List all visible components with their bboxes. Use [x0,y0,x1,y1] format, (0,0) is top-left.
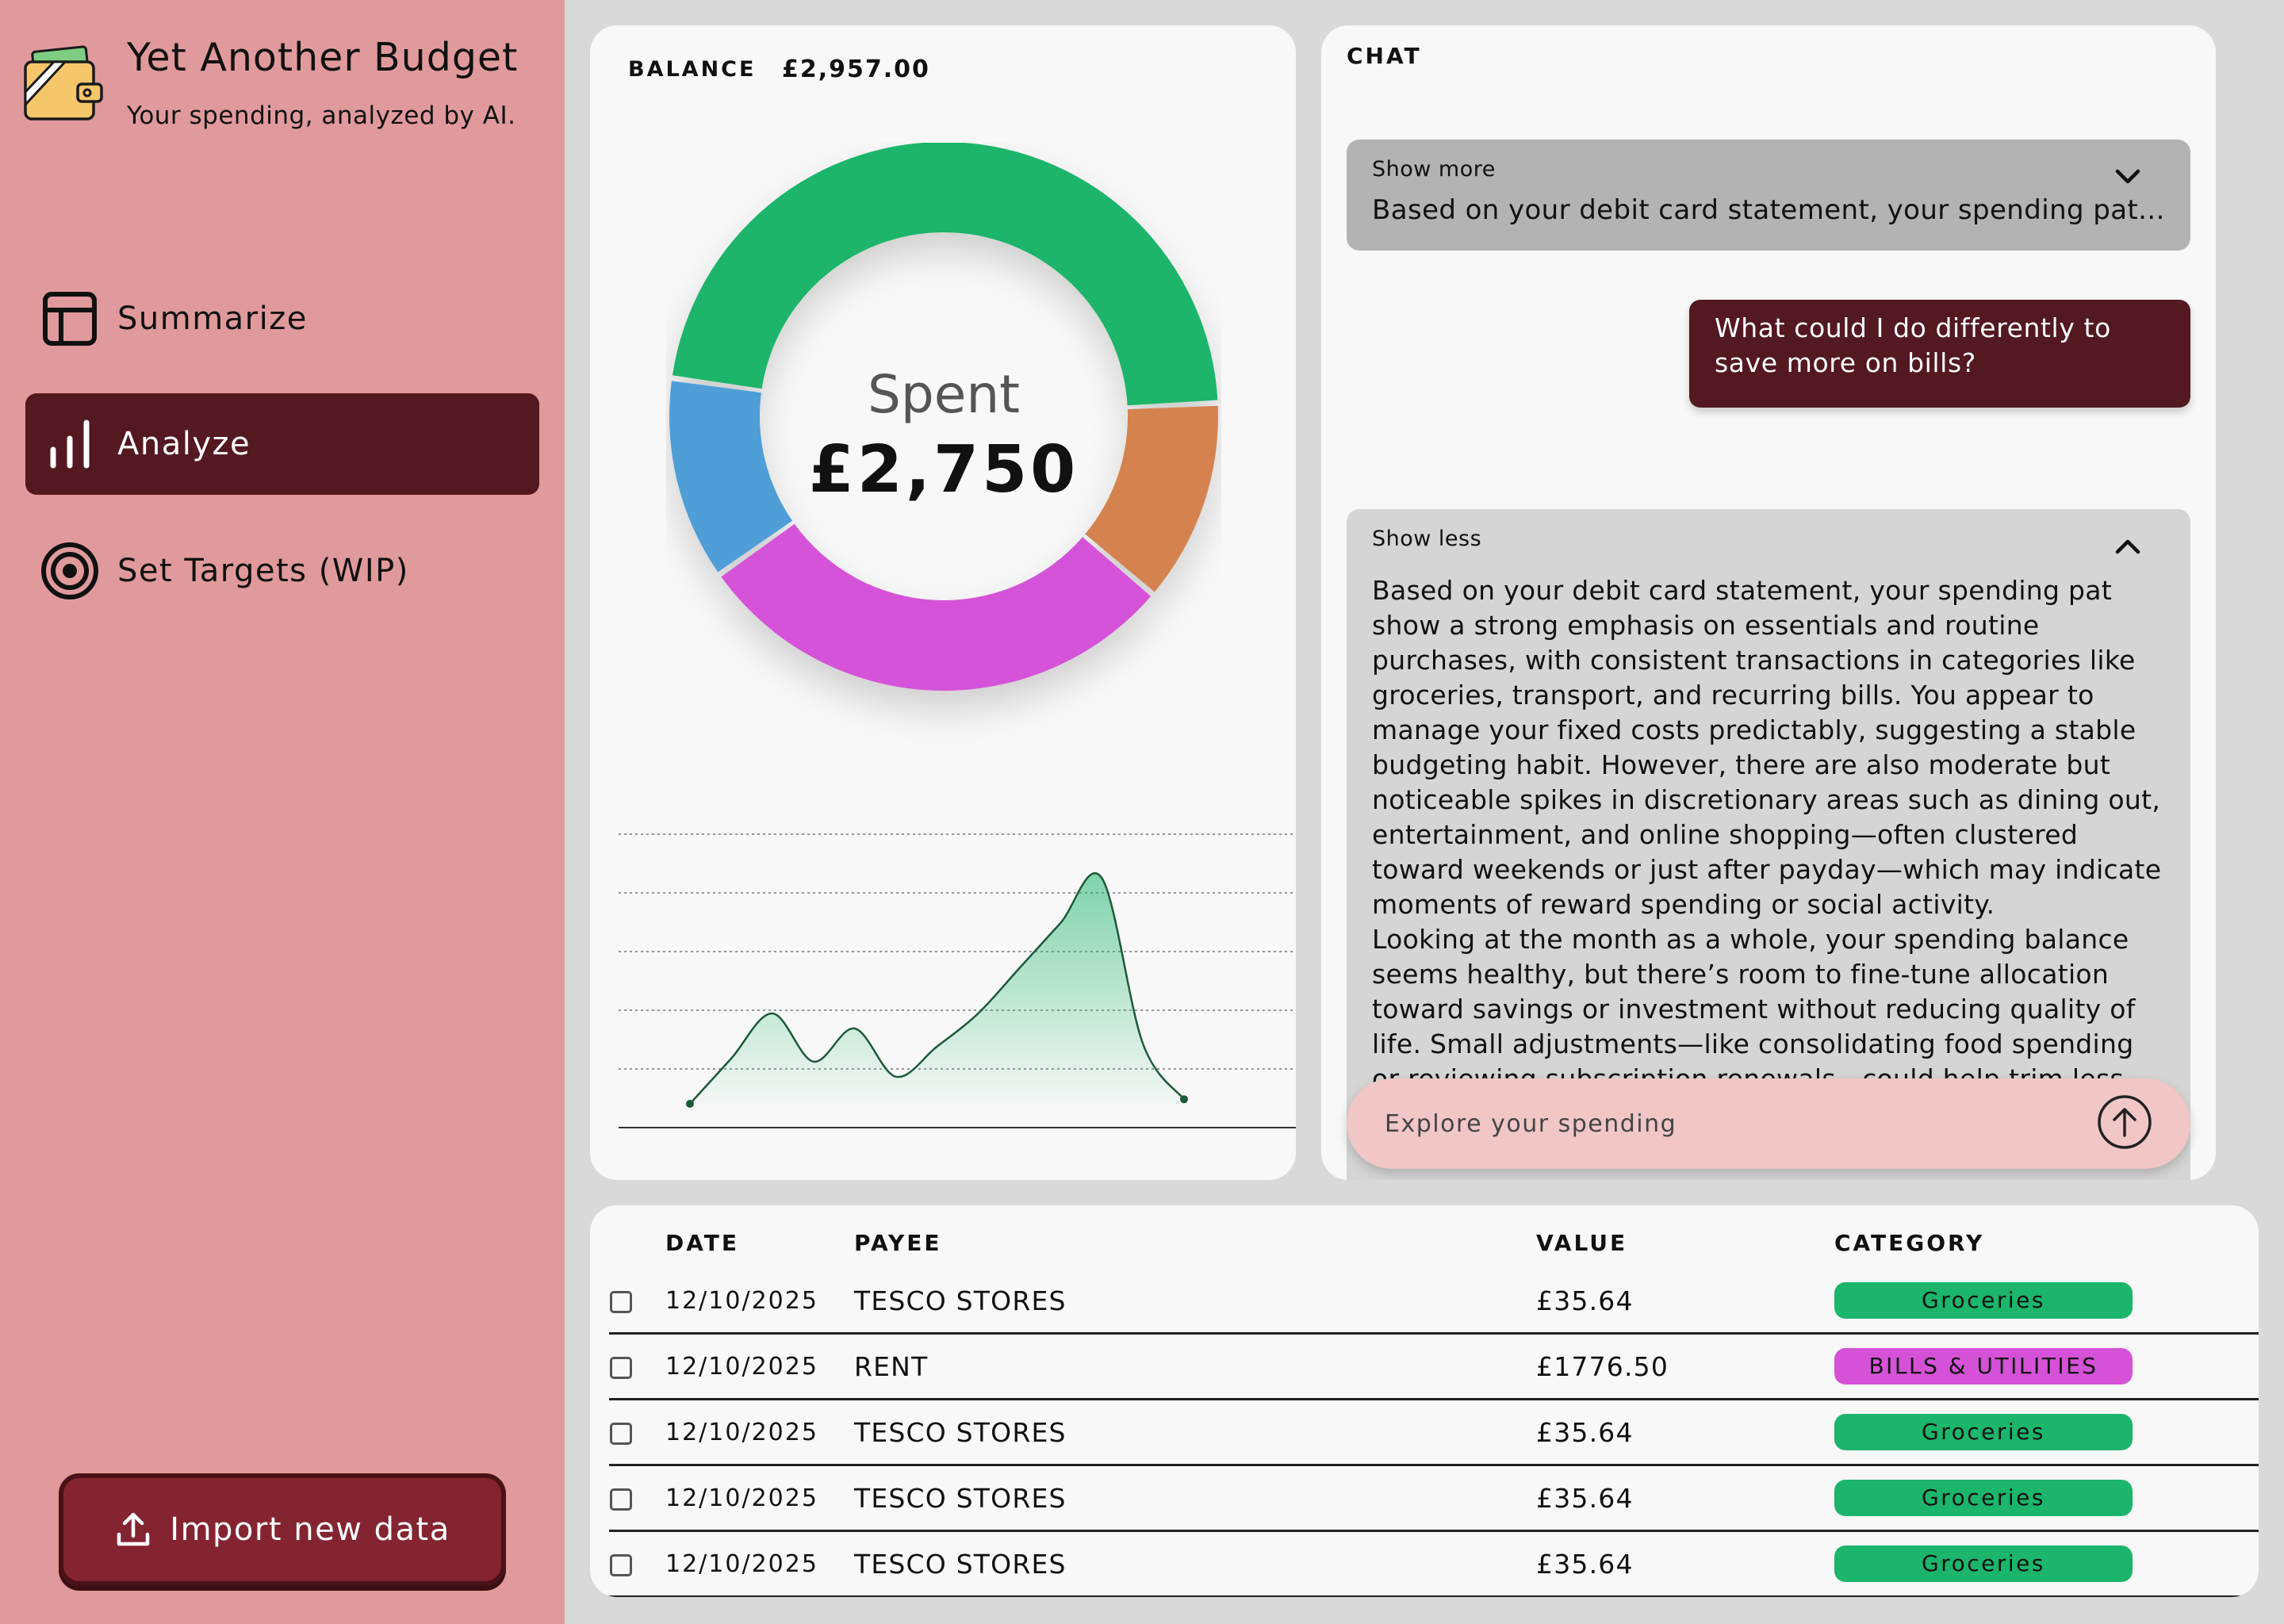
trend-endpoint [686,1100,694,1108]
spending-donut-chart: Spent £2,750 [669,143,1218,691]
cell-payee: TESCO STORES [853,1465,1535,1532]
upload-icon [117,1512,150,1546]
row-select-cell [609,1530,665,1597]
cell-value: £35.64 [1535,1269,1834,1335]
cell-date: 12/10/2025 [665,1465,853,1532]
row-select-cell [609,1465,665,1532]
balance-label: BALANCE [628,57,757,82]
table-row[interactable]: 12/10/2025 TESCO STORES £35.64 Groceries [609,1399,2259,1466]
cell-category: Groceries [1834,1399,2259,1466]
cell-date: 12/10/2025 [665,1269,853,1335]
app-subtitle: Your spending, analyzed by AI. [127,102,516,130]
donut-center-value: £2,750 [809,432,1079,508]
cell-category: Groceries [1834,1465,2259,1532]
chat-input-placeholder: Explore your spending [1385,1109,1677,1138]
assistant-message-collapsed[interactable]: Show more Based on your debit card state… [1347,140,2190,251]
cell-payee: TESCO STORES [853,1269,1535,1335]
cell-payee: TESCO STORES [853,1530,1535,1597]
table-row[interactable]: 12/10/2025 RENT £1776.50 BILLS & UTILITIES [609,1333,2259,1400]
bar-chart-icon [40,414,100,474]
row-checkbox[interactable] [610,1291,632,1313]
cell-date: 12/10/2025 [665,1399,853,1466]
table-layout-icon [40,289,100,349]
category-badge[interactable]: Groceries [1834,1282,2133,1319]
cell-date: 12/10/2025 [665,1530,853,1597]
chat-title: CHAT [1347,43,1422,69]
nav-label-analyze: Analyze [117,426,251,462]
nav-label-set-targets: Set Targets (WIP) [117,553,409,589]
show-more-toggle[interactable]: Show more [1372,157,2165,182]
transactions-table-card: DATE PAYEE VALUE CATEGORY 12/10/2025 TESC… [590,1205,2259,1597]
row-checkbox[interactable] [610,1357,632,1379]
trend-endpoint [1180,1095,1188,1104]
cell-payee: TESCO STORES [853,1399,1535,1466]
nav-item-analyze[interactable]: Analyze [25,393,539,495]
chat-panel: CHAT Show more Based on your debit card … [1321,25,2216,1180]
wallet-logo-icon [24,45,103,121]
cell-category: Groceries [1834,1530,2259,1597]
select-column-header [609,1216,665,1269]
app-title: Yet Another Budget [127,35,519,80]
import-data-button[interactable]: Import new data [59,1473,506,1586]
sidebar: Yet Another Budget Your spending, analyz… [0,0,565,1624]
table-header-row: DATE PAYEE VALUE CATEGORY [609,1216,2259,1269]
cell-value: £1776.50 [1535,1333,1834,1400]
cell-value: £35.64 [1535,1399,1834,1466]
chat-input[interactable]: Explore your spending [1347,1078,2190,1169]
balance-value: £2,957.00 [782,56,930,83]
table-row[interactable]: 12/10/2025 TESCO STORES £35.64 Groceries [609,1530,2259,1597]
cell-category: Groceries [1834,1269,2259,1335]
row-checkbox[interactable] [610,1554,632,1576]
cell-date: 12/10/2025 [665,1333,853,1400]
target-icon [40,541,100,601]
send-arrow-icon[interactable] [2097,1094,2152,1150]
category-badge[interactable]: Groceries [1834,1414,2133,1450]
category-badge[interactable]: Groceries [1834,1545,2133,1582]
message-preview: Based on your debit card statement, your… [1372,194,2165,226]
trend-area-fill [690,873,1184,1104]
message-text: Based on your debit card statement, your… [1372,575,2162,1164]
spending-chart-card: BALANCE £2,957.00 Spent £2,750 [590,25,1296,1180]
category-badge[interactable]: Groceries [1834,1480,2133,1516]
transactions-table: DATE PAYEE VALUE CATEGORY 12/10/2025 TESC… [609,1216,2259,1597]
import-button-label: Import new data [170,1511,450,1548]
nav-item-summarize[interactable]: Summarize [25,268,539,370]
table-row[interactable]: 12/10/2025 TESCO STORES £35.64 Groceries [609,1465,2259,1532]
spending-trend-chart [619,833,1296,1128]
user-message: What could I do differently to save more… [1689,300,2190,408]
nav-label-summarize: Summarize [117,301,308,337]
category-badge[interactable]: BILLS & UTILITIES [1834,1348,2133,1385]
row-select-cell [609,1399,665,1466]
row-checkbox[interactable] [610,1423,632,1445]
nav-item-set-targets[interactable]: Set Targets (WIP) [25,520,539,622]
donut-slice[interactable] [721,523,1152,691]
column-header-category[interactable]: CATEGORY [1834,1216,2259,1269]
row-select-cell [609,1333,665,1400]
cell-value: £35.64 [1535,1465,1834,1532]
row-select-cell [609,1269,665,1335]
column-header-payee[interactable]: PAYEE [853,1216,1535,1269]
cell-payee: RENT [853,1333,1535,1400]
chevron-down-icon[interactable] [2113,162,2143,192]
show-less-toggle[interactable]: Show less [1372,527,2165,551]
column-header-date[interactable]: DATE [665,1216,853,1269]
cell-value: £35.64 [1535,1530,1834,1597]
cell-category: BILLS & UTILITIES [1834,1333,2259,1400]
donut-center-label: Spent [868,364,1020,425]
row-checkbox[interactable] [610,1488,632,1511]
chevron-up-icon[interactable] [2113,531,2143,561]
column-header-value[interactable]: VALUE [1535,1216,1834,1269]
table-row[interactable]: 12/10/2025 TESCO STORES £35.64 Groceries [609,1269,2259,1335]
